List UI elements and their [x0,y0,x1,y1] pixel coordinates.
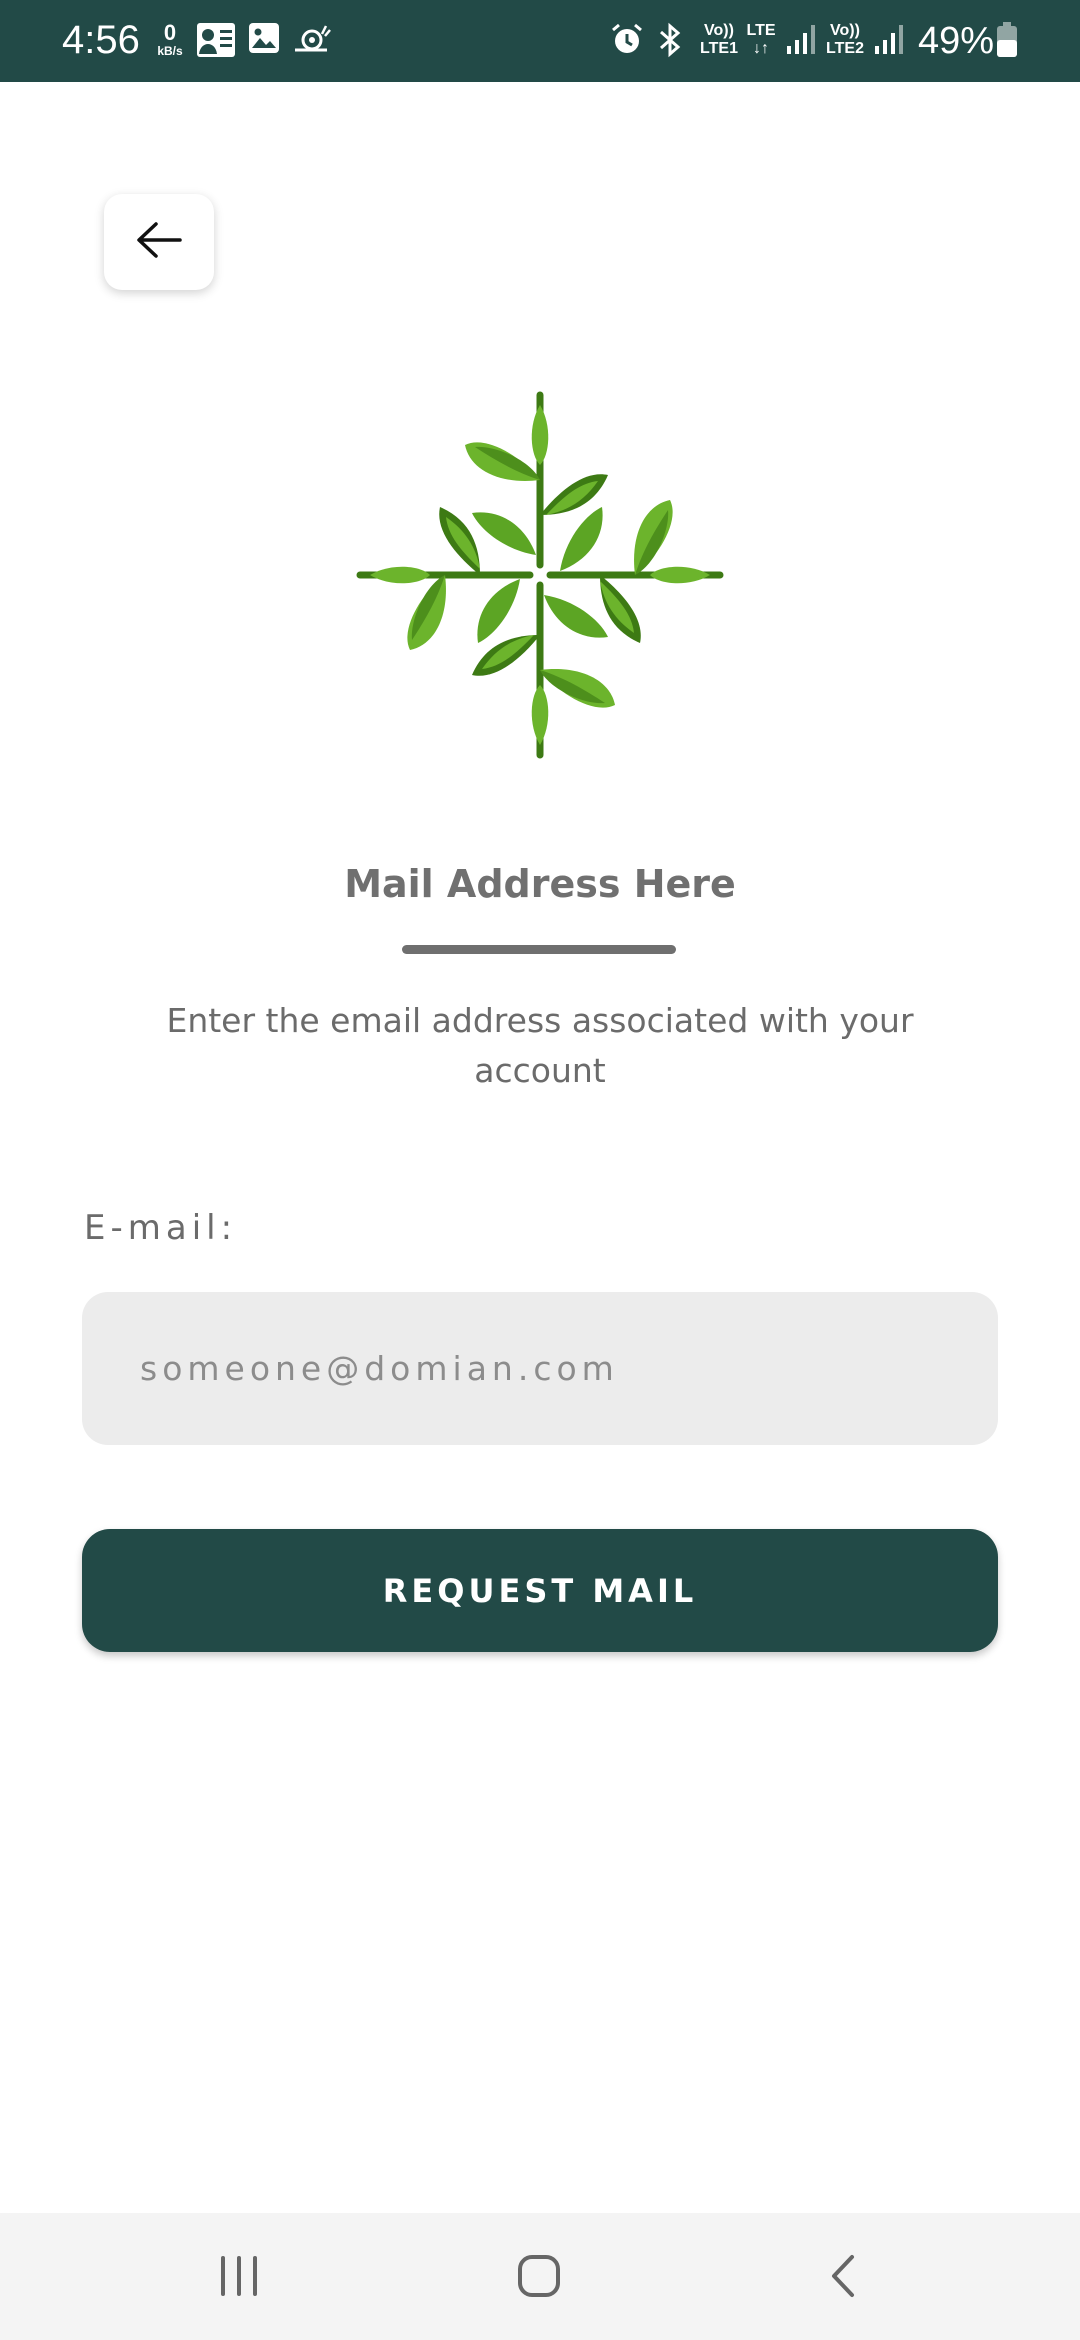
alarm-icon [610,22,644,60]
arrow-left-icon [134,220,184,264]
data-arrows-icon: ↓↑ [753,40,769,57]
back-button[interactable] [104,194,214,290]
leaf-logo-icon [340,380,740,770]
page-title: Mail Address Here [344,862,736,906]
sim2-top: Vo)) [830,22,860,39]
page-subtitle: Enter the email address associated with … [166,1001,914,1090]
sim1-bottom: LTE1 [700,40,738,57]
back-icon [828,2253,858,2303]
title-underline [402,945,676,954]
status-bar: 4:56 0 kB/s Vo)) LTE1 LTE ↓↑ Vo)) LTE2 4… [0,0,1080,82]
network-speed-unit: kB/s [157,44,183,58]
nav-back-button[interactable] [798,2243,888,2313]
gallery-icon [248,22,280,58]
request-mail-label: REQUEST MAIL [382,1571,698,1610]
lte-label: LTE [746,22,776,39]
network-speed-value: 0 [163,20,177,45]
status-time: 4:56 [62,18,140,62]
battery-percent: 49% [918,20,995,62]
request-mail-button[interactable]: REQUEST MAIL [82,1529,998,1652]
recent-apps-icon [217,2255,261,2301]
home-button[interactable] [494,2243,584,2313]
bluetooth-icon [656,22,684,62]
snail-icon [292,22,332,58]
lte-indicator: LTE ↓↑ [744,22,778,58]
home-icon [516,2253,562,2303]
signal-2-icon [874,22,904,60]
network-speed: 0 kB/s [152,20,188,59]
recent-apps-button[interactable] [194,2243,284,2313]
signal-icon [786,22,816,60]
email-field[interactable] [82,1292,998,1445]
sim1-label: Vo)) LTE1 [698,22,740,58]
sim2-label: Vo)) LTE2 [824,22,866,58]
navigation-bar [0,2213,1080,2340]
battery-icon [996,22,1018,62]
contacts-icon [196,22,236,62]
sim1-top: Vo)) [704,22,734,39]
email-label: E-mail: [84,1208,238,1248]
sim2-bottom: LTE2 [826,40,864,57]
